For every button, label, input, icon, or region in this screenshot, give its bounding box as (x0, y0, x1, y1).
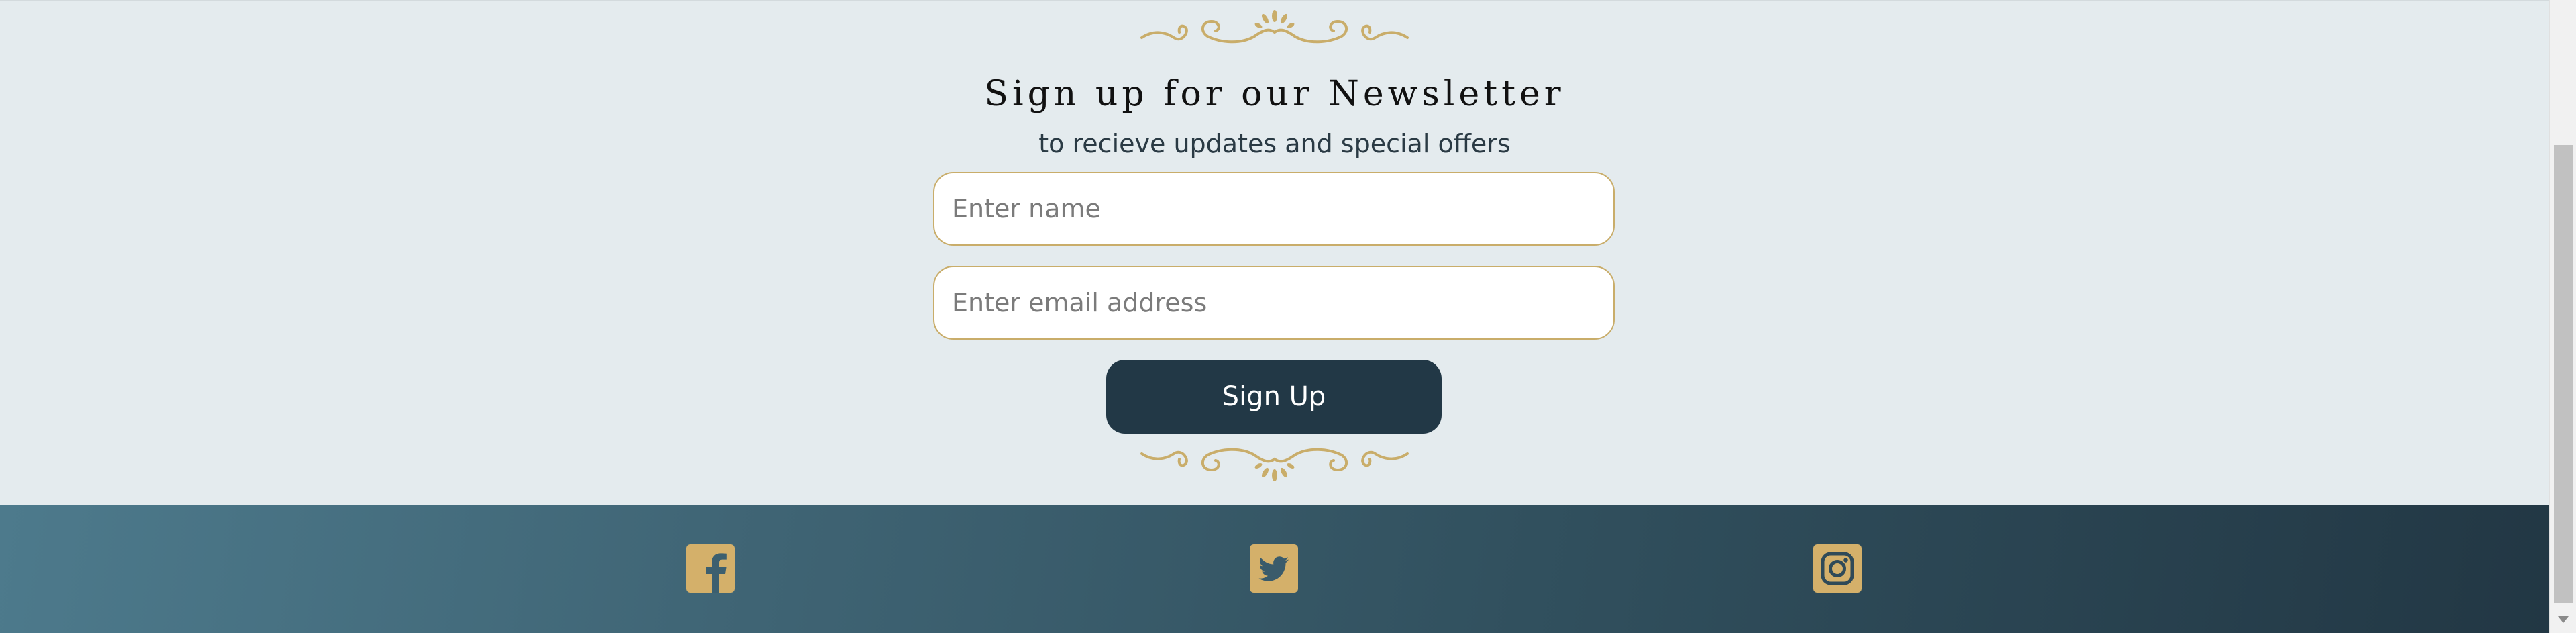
flourish-divider-icon (1140, 10, 1409, 44)
instagram-icon (1813, 544, 1862, 593)
sign-up-button[interactable]: Sign Up (1106, 360, 1442, 434)
newsletter-title: Sign up for our Newsletter (984, 74, 1565, 114)
vertical-scrollbar[interactable] (2549, 0, 2576, 633)
footer (0, 505, 2549, 633)
flourish-divider-icon (1140, 448, 1409, 481)
name-input[interactable] (933, 172, 1615, 246)
twitter-link[interactable] (1250, 544, 1298, 593)
scroll-down-arrow-icon[interactable] (2555, 611, 2571, 627)
page-content: Sign up for our Newsletter to recieve up… (0, 0, 2549, 633)
facebook-icon (686, 544, 735, 593)
twitter-icon (1250, 544, 1298, 593)
email-input[interactable] (933, 266, 1615, 340)
scrollbar-thumb[interactable] (2554, 145, 2573, 603)
page: Sign up for our Newsletter to recieve up… (0, 0, 2576, 633)
facebook-link[interactable] (686, 544, 735, 593)
newsletter-section: Sign up for our Newsletter to recieve up… (0, 0, 2549, 505)
instagram-link[interactable] (1813, 544, 1862, 593)
newsletter-subtitle: to recieve updates and special offers (1038, 129, 1511, 158)
